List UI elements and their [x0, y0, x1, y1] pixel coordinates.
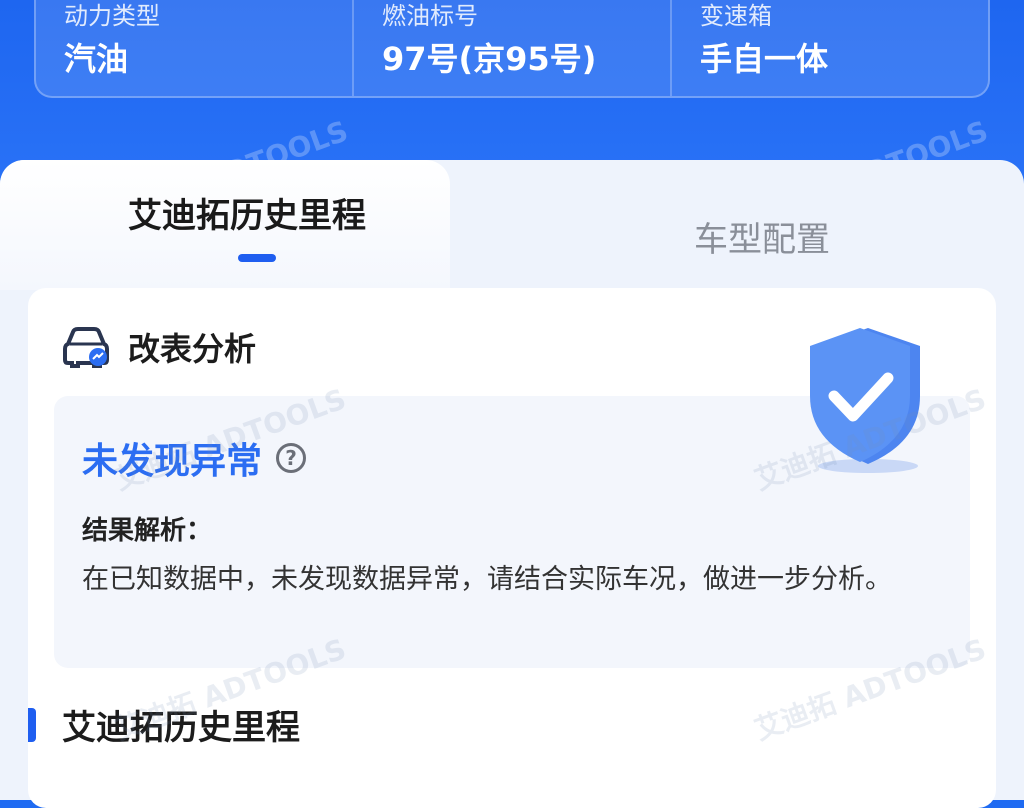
result-status: 未发现异常 ?	[82, 432, 307, 484]
car-analysis-icon	[63, 327, 109, 368]
status-text: 未发现异常	[82, 441, 263, 482]
vehicle-spec-card: 动力类型 汽油 燃油标号 97号(京95号) 变速箱 手自一体	[34, 0, 990, 98]
section-title: 改表分析	[128, 330, 257, 368]
analysis-card: 改表分析 未发现异常 ? 结果解析： 在已知数据中，未发现数据异常，请结合实际车…	[28, 288, 996, 808]
spec-label: 燃油标号	[382, 2, 478, 30]
spec-value: 手自一体	[700, 40, 829, 78]
spec-power-type: 动力类型 汽油	[36, 0, 354, 96]
analysis-text: 在已知数据中，未发现数据异常，请结合实际车况，做进一步分析。	[82, 564, 892, 595]
spec-value: 97号(京95号)	[382, 40, 597, 78]
tab-indicator	[238, 254, 276, 262]
analysis-label: 结果解析：	[82, 516, 213, 546]
content-sheet: 艾迪拓历史里程 车型配置 改表分析 未发现异常 ? 结果解析： 在已知数据中，未…	[0, 160, 1024, 808]
help-icon[interactable]: ?	[276, 443, 307, 473]
history-title: 艾迪拓历史里程	[62, 708, 300, 748]
spec-fuel-grade: 燃油标号 97号(京95号)	[354, 0, 672, 96]
section-header: 改表分析	[60, 324, 256, 370]
spec-label: 动力类型	[64, 2, 160, 30]
tab-history-mileage[interactable]: 艾迪拓历史里程	[128, 188, 366, 237]
spec-transmission: 变速箱 手自一体	[672, 0, 988, 96]
spec-value: 汽油	[64, 40, 129, 78]
history-section-header: 艾迪拓历史里程	[28, 700, 300, 749]
shield-check-icon	[810, 328, 920, 473]
tab-vehicle-config[interactable]: 车型配置	[694, 212, 830, 261]
section-accent-bar	[28, 707, 36, 742]
spec-label: 变速箱	[700, 2, 772, 30]
